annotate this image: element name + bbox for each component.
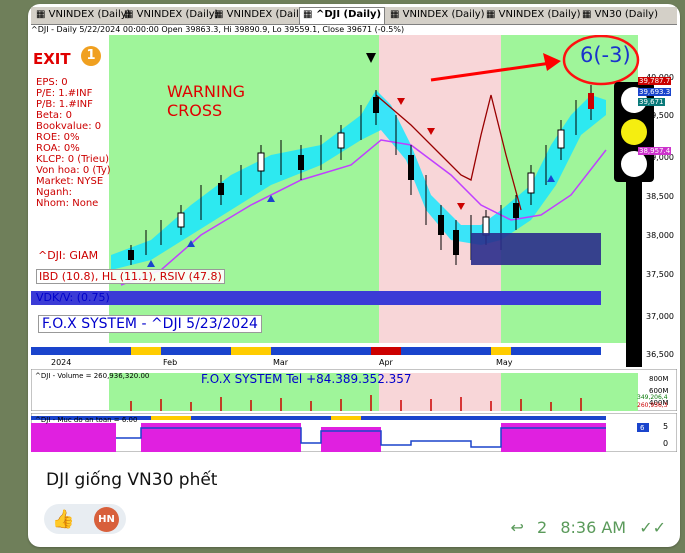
- chart-tab-icon: ▦: [486, 9, 496, 20]
- fundamental-line: EPS: 0: [36, 77, 68, 88]
- fundamental-line: KLCP: 0 (Trieu): [36, 154, 110, 165]
- fundamentals-panel: EPS: 0 P/E: 1.#INF P/B: 1.#INF Beta: 0 B…: [36, 77, 111, 209]
- chart-tab-icon: ▦: [214, 9, 224, 20]
- double-check-icon: ✓✓: [639, 518, 666, 537]
- svg-text:800M: 800M: [649, 375, 668, 383]
- safety-label: ^DJI - Muc do an toan = 6.00: [35, 416, 137, 424]
- fundamental-line: Nganh:: [36, 187, 73, 198]
- chart-info-bar: ^DJI - Daily 5/22/2024 00:00:00 Open 398…: [31, 25, 677, 35]
- price-tag: 39,787.7: [638, 77, 672, 85]
- reply-icon[interactable]: ↩: [511, 518, 524, 537]
- chart-tab-icon: ▦: [36, 9, 46, 20]
- vdk-bar: [31, 291, 601, 305]
- tab-vnindex-3[interactable]: ▦ VNINDEX (Daily): [211, 8, 312, 22]
- x-label-apr: Apr: [379, 358, 394, 367]
- chart-screenshot[interactable]: ▦ VNINDEX (Daily) ▦ VNINDEX (Daily) ▦ VN…: [31, 7, 677, 452]
- chart-tab-icon: ▦: [390, 9, 400, 20]
- fox-phone: F.O.X SYSTEM Tel +84.389.352.357: [201, 372, 412, 386]
- score-label: 6(-3): [580, 43, 631, 67]
- svg-text:0: 0: [663, 439, 668, 448]
- tab-vnindex-1[interactable]: ▦ VNINDEX (Daily): [33, 8, 134, 22]
- price-tag: 39,671: [638, 98, 665, 106]
- tab-vn30[interactable]: ▦ VN30 (Daily): [579, 8, 661, 22]
- tab-vnindex-4[interactable]: ▦ VNINDEX (Daily): [387, 8, 488, 22]
- fundamental-line: Von hoa: 0 (Ty): [36, 165, 111, 176]
- svg-text:260,936,3: 260,936,3: [637, 402, 668, 409]
- fundamental-line: ROE: 0%: [36, 132, 80, 143]
- dji-status: ^DJI: GIAM: [36, 249, 101, 262]
- svg-text:5: 5: [663, 422, 668, 431]
- warning-label: WARNING CROSS: [167, 82, 246, 120]
- safety-panel[interactable]: ^DJI - Muc do an toan = 6.00 5 0 6: [31, 413, 677, 452]
- fundamental-line: Market: NYSE: [36, 176, 104, 187]
- exit-label: EXIT: [33, 50, 71, 68]
- fundamental-line: Beta: 0: [36, 110, 72, 121]
- fundamental-line: Bookvalue: 0: [36, 121, 102, 132]
- chart-tab-icon: ▦: [303, 9, 313, 20]
- chart-tab-icon: ▦: [582, 9, 592, 20]
- fox-title: F.O.X SYSTEM - ^DJI 5/23/2024: [38, 315, 262, 333]
- svg-text:349,206,4: 349,206,4: [637, 394, 668, 401]
- chart-tab-icon: ▦: [124, 9, 134, 20]
- message-meta: ↩ 2 8:36 AM ✓✓: [503, 518, 666, 537]
- tab-vnindex-5[interactable]: ▦ VNINDEX (Daily): [483, 8, 584, 22]
- month-color-bar: [31, 347, 601, 355]
- ibd-line: IBD (10.8), HL (11.1), RSIV (47.8): [36, 269, 225, 284]
- volume-label: ^DJI - Volume = 260,936,320.00: [35, 372, 149, 380]
- tab-vnindex-2[interactable]: ▦ VNINDEX (Daily): [121, 8, 222, 22]
- fundamental-line: ROA: 0%: [36, 143, 80, 154]
- x-label-2024: 2024: [51, 358, 71, 367]
- message-time: 8:36 AM: [560, 518, 627, 537]
- x-label-mar: Mar: [273, 358, 289, 367]
- price-tag: 38,957.4: [638, 147, 672, 155]
- svg-text:6: 6: [640, 424, 645, 432]
- reactions-pill[interactable]: 👍 HN: [44, 504, 126, 534]
- exit-count-badge: 1: [81, 46, 101, 66]
- fundamental-line: Nhom: None: [36, 198, 99, 209]
- fundamental-line: P/B: 1.#INF: [36, 99, 93, 110]
- avatar[interactable]: HN: [94, 507, 119, 532]
- x-label-feb: Feb: [163, 358, 177, 367]
- message-bubble[interactable]: ▦ VNINDEX (Daily) ▦ VNINDEX (Daily) ▦ VN…: [28, 4, 680, 547]
- tab-dji[interactable]: ▦ ^DJI (Daily): [299, 7, 386, 24]
- reply-count[interactable]: 2: [537, 518, 547, 537]
- support-zone: [471, 233, 601, 265]
- x-label-may: May: [496, 358, 513, 367]
- message-text: DJI giống VN30 phết: [46, 470, 218, 490]
- fundamental-line: P/E: 1.#INF: [36, 88, 93, 99]
- thumbs-up-icon: 👍: [52, 509, 75, 530]
- tab-bar: ▦ VNINDEX (Daily) ▦ VNINDEX (Daily) ▦ VN…: [31, 7, 677, 25]
- price-tag: 39,693.3: [638, 88, 672, 96]
- vdk-line: VDK/V: (0.75): [36, 291, 110, 304]
